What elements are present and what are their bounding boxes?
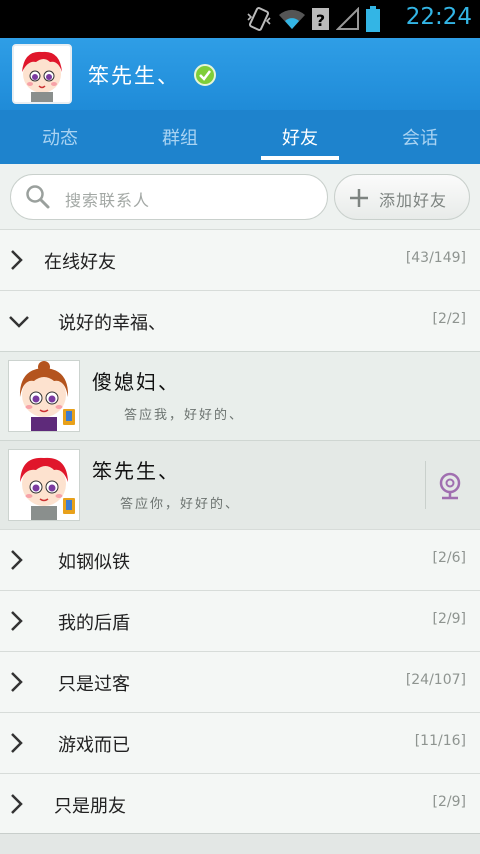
friend-row[interactable]: 傻媳妇、 答应我，好好的、 bbox=[0, 351, 480, 440]
group-name: 说好的幸福、 bbox=[58, 313, 166, 334]
video-camera-icon[interactable] bbox=[436, 471, 464, 501]
friend-signature: 答应你，好好的、 bbox=[120, 497, 241, 512]
search-input[interactable]: 搜索联系人 bbox=[10, 174, 328, 220]
contact-list: 在线好友 [43/149] 说好的幸福、 [2/2] 傻媳妇、 答应我，好好的、… bbox=[0, 229, 480, 834]
chevron-right-icon bbox=[11, 794, 23, 814]
group-row[interactable]: 只是过客 [24/107] bbox=[0, 651, 480, 712]
group-name: 只是朋友 bbox=[54, 796, 126, 817]
friend-signature: 答应我，好好的、 bbox=[124, 408, 245, 423]
add-friend-button[interactable]: 添加好友 bbox=[334, 174, 470, 220]
group-name: 我的后盾 bbox=[58, 613, 130, 634]
tab-friends[interactable]: 好友 bbox=[240, 110, 360, 164]
username: 笨先生、 bbox=[88, 64, 180, 88]
mobile-online-icon bbox=[61, 496, 77, 516]
group-name: 游戏而已 bbox=[58, 735, 130, 756]
clock: 22:24 bbox=[405, 4, 472, 30]
group-count: [2/9] bbox=[432, 794, 466, 810]
friend-name: 笨先生、 bbox=[92, 459, 180, 483]
profile-header: 笨先生、 bbox=[0, 38, 480, 110]
friend-row[interactable]: 笨先生、 答应你，好好的、 bbox=[0, 440, 480, 529]
tab-bar: 动态 群组 好友 会话 bbox=[0, 110, 480, 164]
chevron-right-icon bbox=[11, 550, 23, 570]
group-row[interactable]: 如钢似铁 [2/6] bbox=[0, 529, 480, 590]
search-placeholder: 搜索联系人 bbox=[65, 191, 151, 210]
group-row[interactable]: 在线好友 [43/149] bbox=[0, 229, 480, 290]
search-row: 搜索联系人 添加好友 bbox=[0, 164, 480, 229]
signal-icon bbox=[336, 7, 359, 30]
friend-name: 傻媳妇、 bbox=[92, 370, 180, 394]
group-count: [2/2] bbox=[432, 311, 466, 327]
chevron-right-icon bbox=[11, 250, 23, 270]
chevron-right-icon bbox=[11, 733, 23, 753]
group-count: [24/107] bbox=[405, 672, 466, 688]
chevron-right-icon bbox=[11, 611, 23, 631]
unknown-network-icon: ? bbox=[312, 8, 329, 30]
divider bbox=[425, 461, 426, 509]
status-bar: ? 22:24 bbox=[0, 0, 480, 38]
group-count: [43/149] bbox=[405, 250, 466, 266]
mobile-online-icon bbox=[61, 407, 77, 427]
friend-avatar[interactable] bbox=[8, 360, 80, 432]
group-name: 只是过客 bbox=[58, 674, 130, 695]
group-name: 在线好友 bbox=[44, 252, 116, 273]
tab-groups[interactable]: 群组 bbox=[120, 110, 240, 164]
svg-text:?: ? bbox=[316, 11, 325, 30]
online-status-icon bbox=[194, 64, 216, 86]
add-friend-label: 添加好友 bbox=[379, 191, 448, 210]
group-row[interactable]: 游戏而已 [11/16] bbox=[0, 712, 480, 773]
search-icon bbox=[26, 185, 50, 209]
group-row[interactable]: 只是朋友 [2/9] bbox=[0, 773, 480, 834]
friend-avatar[interactable] bbox=[8, 449, 80, 521]
battery-icon bbox=[366, 6, 380, 32]
tab-conversations[interactable]: 会话 bbox=[360, 110, 480, 164]
wifi-icon bbox=[279, 9, 305, 29]
group-row[interactable]: 我的后盾 [2/9] bbox=[0, 590, 480, 651]
status-icons: ? bbox=[246, 6, 380, 32]
chevron-right-icon bbox=[11, 672, 23, 692]
group-count: [2/9] bbox=[432, 611, 466, 627]
plus-icon bbox=[350, 189, 368, 207]
group-count: [2/6] bbox=[432, 550, 466, 566]
avatar[interactable] bbox=[12, 44, 72, 104]
group-row-expanded[interactable]: 说好的幸福、 [2/2] bbox=[0, 290, 480, 351]
vibrate-icon bbox=[247, 7, 271, 31]
tab-feed[interactable]: 动态 bbox=[0, 110, 120, 164]
bottom-bar bbox=[0, 833, 480, 854]
group-count: [11/16] bbox=[414, 733, 466, 749]
boy-avatar-icon bbox=[14, 46, 70, 102]
chevron-down-icon bbox=[9, 316, 29, 328]
group-name: 如钢似铁 bbox=[58, 552, 130, 573]
